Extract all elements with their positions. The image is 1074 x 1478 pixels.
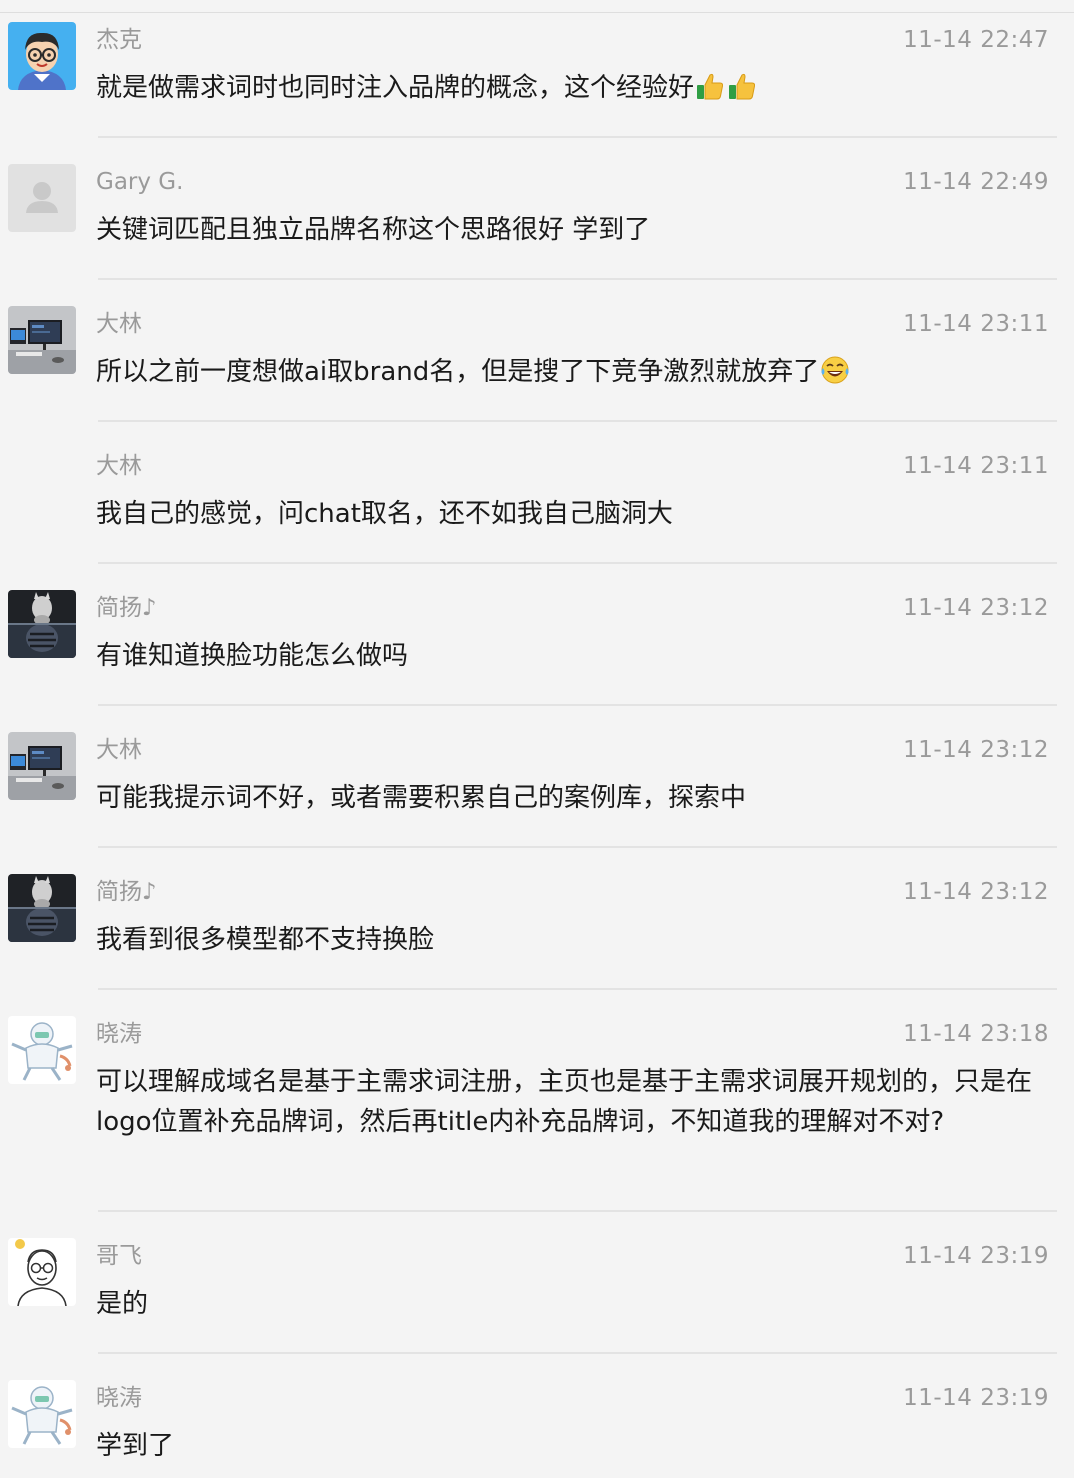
sender-name[interactable]: Gary G. — [96, 167, 183, 197]
message-time: 11-14 23:19 — [903, 1385, 1049, 1411]
sender-name[interactable]: 杰克 — [96, 25, 142, 55]
message-time: 11-14 22:49 — [903, 169, 1049, 195]
message-text: 学到了 — [96, 1431, 175, 1461]
message-text: 我自己的感觉，问chat取名，还不如我自己脑洞大 — [96, 499, 673, 529]
divider — [98, 846, 1057, 848]
divider — [98, 704, 1057, 706]
message-time: 11-14 23:19 — [903, 1243, 1049, 1269]
message-time: 11-14 23:11 — [903, 311, 1049, 337]
avatar[interactable] — [8, 874, 76, 942]
message-text: 可能我提示词不好，或者需要积累自己的案例库，探索中 — [96, 783, 747, 813]
message-time: 11-14 23:11 — [903, 453, 1049, 479]
divider — [98, 1210, 1057, 1212]
message-text-content: 所以之前一度想做ai取brand名，但是搜了下竞争激烈就放弃了 — [96, 357, 820, 387]
sender-name[interactable]: 大林 — [96, 735, 142, 765]
tears-of-joy-icon — [819, 354, 851, 386]
message-text: 所以之前一度想做ai取brand名，但是搜了下竞争激烈就放弃了 — [96, 352, 1054, 392]
avatar[interactable] — [8, 590, 76, 658]
divider — [98, 1352, 1057, 1354]
message-text: 有谁知道换脸功能怎么做吗 — [96, 641, 409, 671]
message-text: 我看到很多模型都不支持换脸 — [96, 925, 435, 955]
message-text-content: 就是做需求词时也同时注入品牌的概念，这个经验好 — [96, 73, 695, 103]
thumbs-up-icon — [694, 70, 726, 102]
avatar[interactable] — [8, 164, 76, 232]
avatar[interactable] — [8, 1238, 76, 1306]
message-time: 11-14 23:12 — [903, 879, 1049, 905]
chat-list: 杰克 11-14 22:47 就是做需求词时也同时注入品牌的概念，这个经验好 G… — [0, 0, 1074, 1478]
sender-name[interactable]: 大林 — [96, 451, 142, 481]
avatar[interactable] — [8, 732, 76, 800]
message-text: 是的 — [96, 1289, 149, 1319]
message-text: 关键词匹配且独立品牌名称这个思路很好 学到了 — [96, 215, 651, 245]
avatar[interactable] — [8, 1380, 76, 1448]
message-time: 11-14 23:12 — [903, 595, 1049, 621]
sender-name[interactable]: 晓涛 — [96, 1019, 142, 1049]
message-time: 11-14 23:12 — [903, 737, 1049, 763]
divider — [98, 562, 1057, 564]
message-text: 可以理解成域名是基于主需求词注册，主页也是基于主需求词展开规划的，只是在logo… — [96, 1067, 1033, 1137]
avatar[interactable] — [8, 1016, 76, 1084]
divider — [98, 136, 1057, 138]
message-text: 就是做需求词时也同时注入品牌的概念，这个经验好 — [96, 68, 1054, 108]
message-time: 11-14 23:18 — [903, 1021, 1049, 1047]
avatar[interactable] — [8, 306, 76, 374]
thumbs-up-icon — [726, 70, 758, 102]
divider — [98, 988, 1057, 990]
sender-name[interactable]: 简扬♪ — [96, 877, 157, 907]
sender-name[interactable]: 哥飞 — [96, 1241, 142, 1271]
sender-name[interactable]: 简扬♪ — [96, 593, 157, 623]
avatar[interactable] — [8, 22, 76, 90]
sender-name[interactable]: 晓涛 — [96, 1383, 142, 1413]
divider — [98, 278, 1057, 280]
top-divider — [0, 12, 1074, 13]
message-time: 11-14 22:47 — [903, 27, 1049, 53]
sender-name[interactable]: 大林 — [96, 309, 142, 339]
divider — [98, 420, 1057, 422]
